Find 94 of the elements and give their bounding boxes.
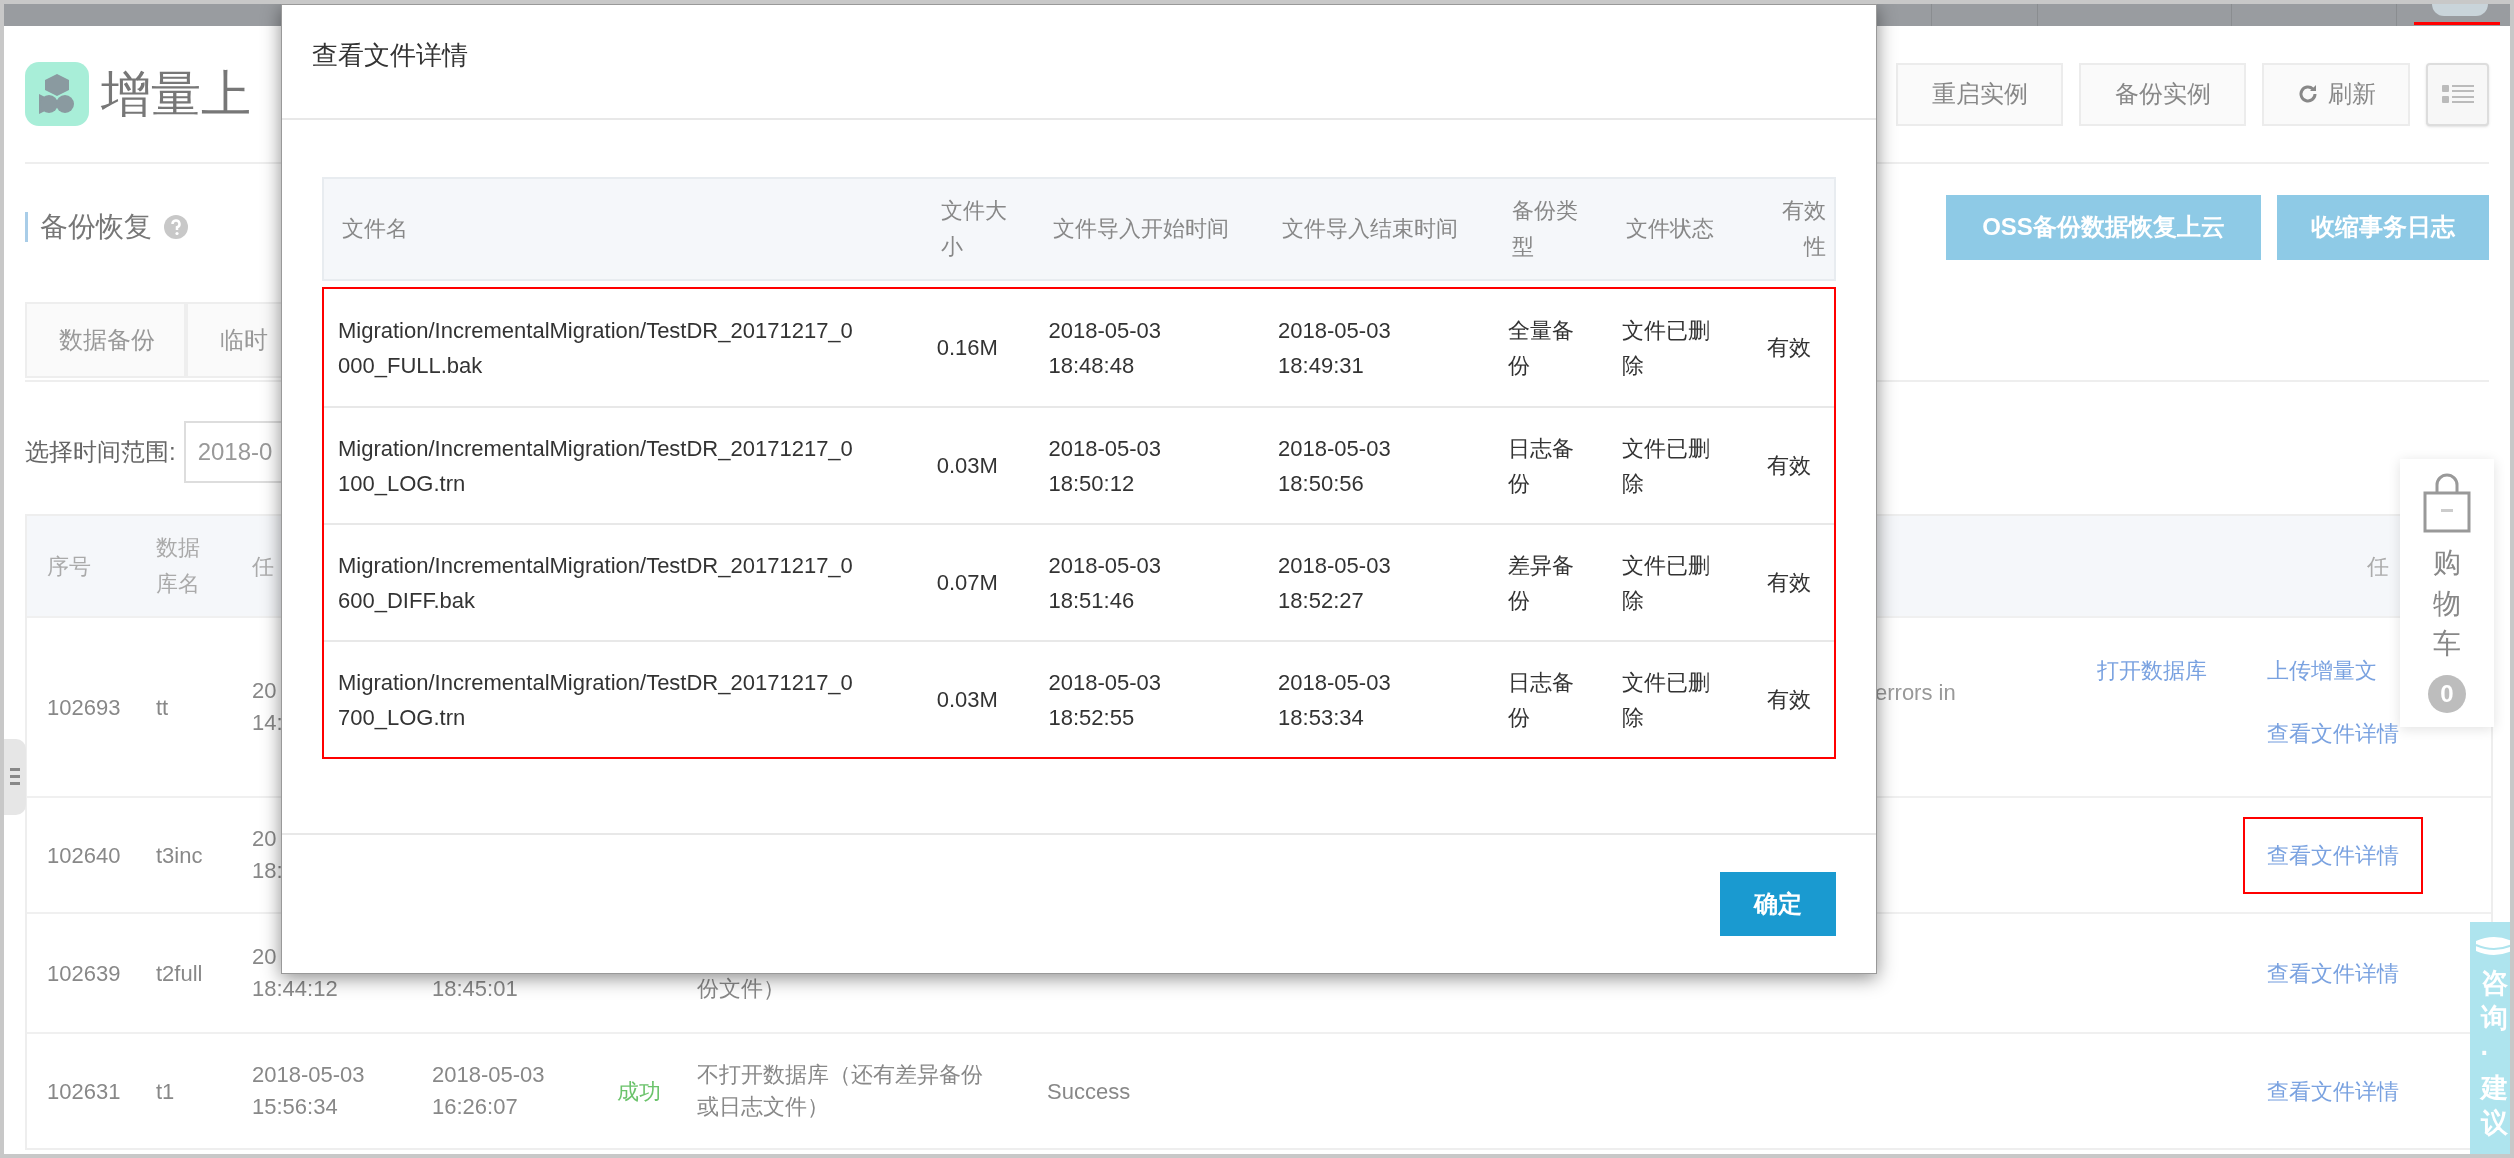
time-text: 20 [252,825,277,853]
section-title: 备份恢复 [40,210,152,244]
action-button[interactable]: OSS备份数据恢复上云 [1946,194,2261,260]
table-cell-text: 差异备份 [1507,551,1575,615]
table-cell-text: 2018-05-03 18:50:12 [1048,434,1163,498]
column-header: 备份类型 [1511,197,1579,261]
column-header: 任 [2367,552,2389,581]
table-cell-text: 2018-05-03 18:51:46 [1048,551,1163,615]
table-cell-text: Migration/IncrementalMigration/TestDR_20171217_0100_LOG.trn [338,434,854,498]
table-cell-text: 文件已删除 [1622,551,1712,615]
table-cell-text: t3inc [156,841,203,870]
table-cell-text: 0.03M [936,452,998,480]
column-header: 数据库名 [156,534,201,598]
help-icon[interactable] [164,215,188,239]
logo-icon [25,62,89,126]
table-cell-text: 2018-05-03 18:52:27 [1278,551,1392,615]
time-text: 18:45:01 [432,975,518,1003]
list-view-button[interactable] [2426,62,2489,126]
message-text: errors in [1875,679,1956,707]
table-cell-text: 文件已删除 [1622,668,1712,732]
description-text: 或日志文件） [697,1093,829,1121]
cart-panel[interactable]: 购物车 0 [2400,459,2494,727]
page-title: 增量上 [101,64,251,124]
table-cell-text: 2018-05-03 18:53:34 [1278,668,1392,732]
table-cell-text: 文件已删除 [1622,316,1712,380]
time-text: 18: [252,857,283,885]
table-cell-text: 0.07M [936,569,998,597]
table-cell-text: 2018-05-03 18:48:48 [1048,316,1163,380]
time-text: 20 [252,943,277,971]
toolbar-button[interactable]: 备份实例 [2079,62,2246,126]
description-text: 不打开数据库（还有差异备份 [697,1061,983,1089]
detail-link[interactable]: 查看文件详情 [2243,816,2423,894]
column-header: 文件名 [342,215,408,243]
cart-label: 购物车 [2433,546,2461,662]
tab[interactable]: 数据备份 [25,302,186,378]
table-cell-text: 文件已删除 [1622,434,1712,498]
time-text: 2018-05-03 [432,1061,545,1089]
table-cell-text: 有效 [1767,686,1812,714]
detail-link[interactable]: 查看文件详情 [2267,717,2399,750]
table-cell-text: 2018-05-03 18:52:55 [1048,668,1163,732]
table-cell-text: 102639 [46,959,122,988]
table-cell-text: 0.03M [936,686,998,714]
table-cell-text: tt [156,693,169,722]
grip-icon [10,768,20,786]
status-text: 成功 [617,1077,661,1106]
table-cell-text: Migration/IncrementalMigration/TestDR_20171217_0700_LOG.trn [338,668,854,732]
book-icon [2475,936,2510,958]
confirm-button[interactable]: 确定 [1720,872,1836,936]
cart-count-badge: 0 [2428,674,2466,713]
time-text: 14: [252,709,283,737]
avatar-icon[interactable] [2432,4,2488,16]
table-cell-text: 日志备份 [1507,434,1575,498]
table-cell-text: 2018-05-03 18:49:31 [1278,316,1392,380]
time-text: 2018-05-03 [252,1061,365,1089]
table-cell-text: Migration/IncrementalMigration/TestDR_20171217_0600_DIFF.bak [338,551,854,615]
table-cell-text: 0.16M [936,334,998,362]
column-header: 任 [252,552,274,581]
action-button[interactable]: 收缩事务日志 [2277,194,2489,260]
consult-label: 咨询·建议 [2480,967,2508,1141]
detail-link[interactable]: 打开数据库 [2097,654,2207,687]
table-cell-text: 全量备份 [1507,316,1575,380]
time-text: 20 [252,677,277,705]
side-handle[interactable] [4,739,26,815]
filter-label: 选择时间范围: [25,437,176,467]
column-header: 文件导入开始时间 [1052,215,1229,243]
detail-link[interactable]: 上传增量文 [2267,654,2377,687]
table-cell-text: 102693 [46,693,122,722]
table-cell-text: 有效 [1767,452,1812,480]
column-header: 文件大小 [940,197,1008,261]
table-cell-text: 102640 [46,841,122,870]
dialog-title: 查看文件详情 [312,39,468,72]
consult-panel[interactable]: 咨询·建议 [2470,922,2510,1154]
table-cell-text: 有效 [1767,334,1812,362]
column-header: 序号 [46,552,92,581]
table-cell-text: 102631 [46,1077,122,1106]
refresh-button[interactable]: 刷新 [2262,62,2410,126]
description-text: 份文件） [697,975,785,1003]
table-cell-text: 有效 [1767,569,1812,597]
message-text: Success [1046,1077,1131,1106]
column-header: 文件导入结束时间 [1282,215,1459,243]
list-icon [2441,83,2474,105]
toolbar-button[interactable]: 重启实例 [1896,62,2063,126]
bag-icon [2423,471,2471,535]
table-cell-text: 日志备份 [1507,668,1575,732]
table-cell-text: t1 [156,1077,175,1106]
table-cell-text: t2full [156,959,203,988]
time-text: 15:56:34 [252,1093,338,1121]
table-cell-text: 2018-05-03 18:50:56 [1278,434,1392,498]
time-text: 16:26:07 [432,1093,518,1121]
detail-link[interactable]: 查看文件详情 [2267,1074,2399,1108]
column-header: 有效性 [1781,197,1826,261]
time-text: 18:44:12 [252,975,338,1003]
column-header: 文件状态 [1626,215,1716,243]
detail-link[interactable]: 查看文件详情 [2267,956,2399,990]
